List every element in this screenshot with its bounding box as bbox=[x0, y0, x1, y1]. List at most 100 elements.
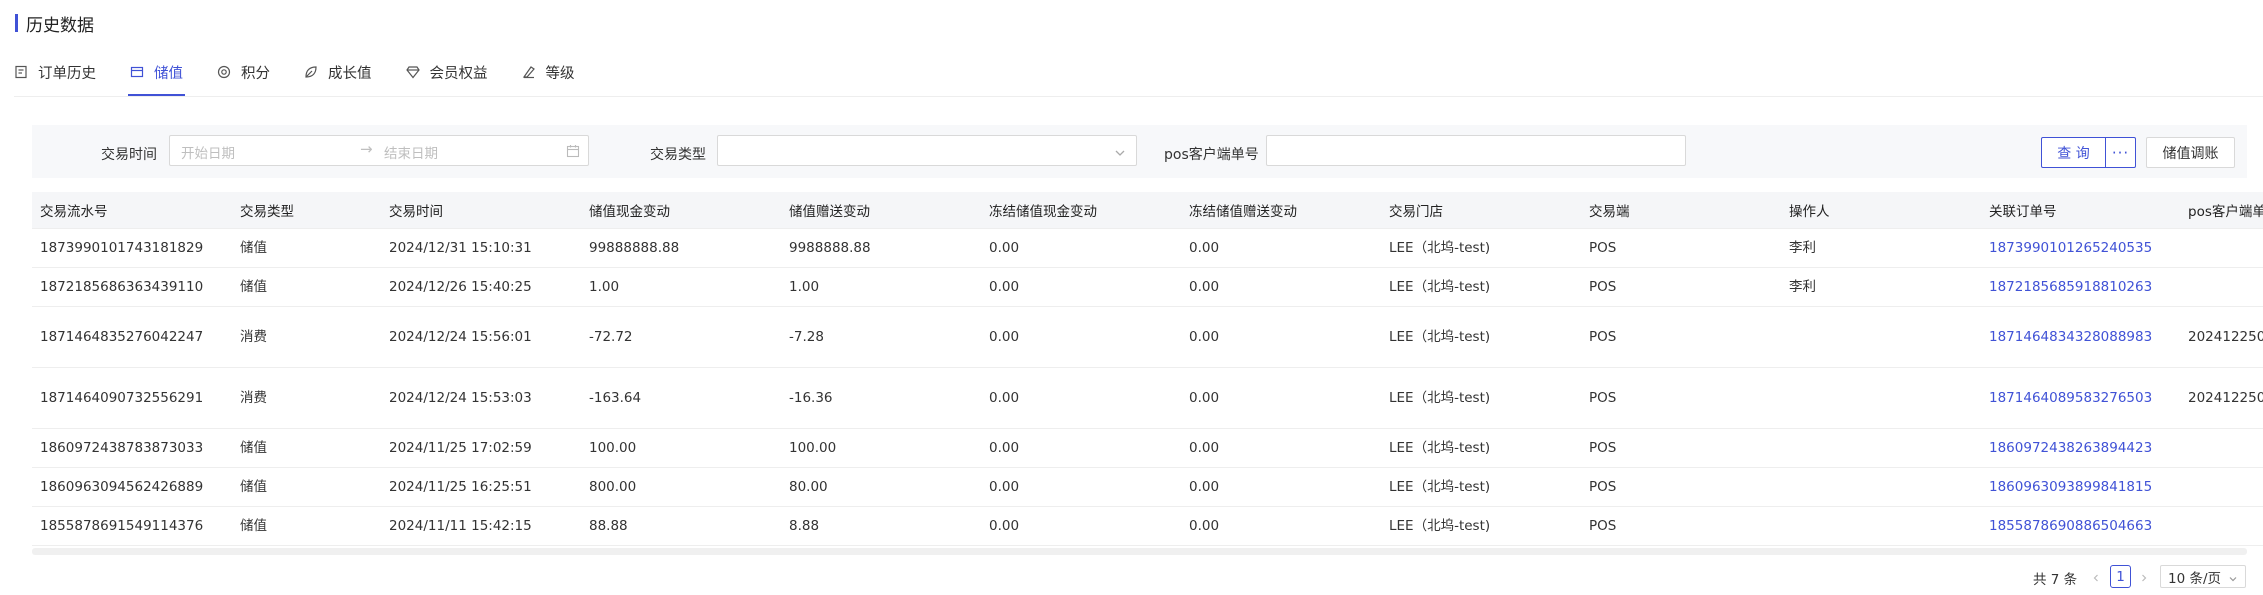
tab-label: 积分 bbox=[241, 65, 270, 82]
row-store: LEE（北坞-test) bbox=[1381, 506, 1581, 546]
row-store: LEE（北坞-test) bbox=[1381, 306, 1581, 368]
row-frozen-gift: 0.00 bbox=[1181, 306, 1381, 368]
tab-label: 等级 bbox=[545, 65, 575, 82]
row-gift-change: -7.28 bbox=[781, 306, 981, 368]
row-store: LEE（北坞-test) bbox=[1381, 267, 1581, 307]
row-type: 消费 bbox=[232, 306, 381, 368]
row-frozen-cash: 0.00 bbox=[981, 428, 1181, 468]
row-serial: 1855878691549114376 bbox=[32, 506, 232, 546]
page-number-button[interactable]: 1 bbox=[2110, 565, 2131, 588]
row-time: 2024/11/25 17:02:59 bbox=[381, 428, 581, 468]
start-date-input[interactable]: 开始日期 bbox=[181, 142, 235, 162]
row-frozen-cash: 0.00 bbox=[981, 228, 1181, 268]
total-count: 共 7 条 bbox=[2033, 572, 2078, 588]
row-cash-change: -163.64 bbox=[581, 367, 781, 429]
row-frozen-cash: 0.00 bbox=[981, 267, 1181, 307]
chevron-down-icon bbox=[2228, 572, 2238, 582]
next-page-button[interactable] bbox=[2136, 568, 2152, 588]
row-order-link[interactable]: 1860972438263894423 bbox=[1981, 428, 2180, 468]
more-options-button[interactable]: ··· bbox=[2105, 137, 2136, 168]
col-header-operator: 操作人 bbox=[1781, 192, 1981, 229]
tab-stored-value[interactable]: 储值 bbox=[128, 58, 185, 96]
row-terminal: POS bbox=[1581, 428, 1781, 468]
table-header-row: 交易流水号 交易类型 交易时间 储值现金变动 储值赠送变动 冻结储值现金变动 冻… bbox=[32, 192, 2263, 229]
row-gift-change: 9988888.88 bbox=[781, 228, 981, 268]
row-cash-change: 1.00 bbox=[581, 267, 781, 307]
row-order-link[interactable]: 1855878690886504663 bbox=[1981, 506, 2180, 546]
tab-member-benefits[interactable]: 会员权益 bbox=[405, 58, 488, 86]
trade-time-label: 交易时间 bbox=[101, 147, 157, 163]
row-type: 储值 bbox=[232, 228, 381, 268]
row-order-link[interactable]: 1871464834328088983 bbox=[1981, 306, 2180, 368]
table-row: 1860963094562426889 储值 2024/11/25 16:25:51… bbox=[32, 467, 2263, 507]
row-frozen-gift: 0.00 bbox=[1181, 367, 1381, 429]
row-serial: 1871464835276042247 bbox=[32, 306, 232, 368]
row-terminal: POS bbox=[1581, 267, 1781, 307]
row-type: 储值 bbox=[232, 428, 381, 468]
table-row: 1872185686363439110 储值 2024/12/26 15:40:25… bbox=[32, 267, 2263, 307]
row-gift-change: 1.00 bbox=[781, 267, 981, 307]
row-type: 消费 bbox=[232, 367, 381, 429]
chevron-down-icon bbox=[1114, 144, 1126, 156]
table-row: 1871464835276042247 消费 2024/12/24 15:56:01… bbox=[32, 306, 2263, 368]
row-serial: 1860972438783873033 bbox=[32, 428, 232, 468]
row-operator bbox=[1781, 367, 1981, 429]
page-size-select[interactable]: 10 条/页 bbox=[2160, 565, 2246, 588]
table-row: 1871464090732556291 消费 2024/12/24 15:53:03… bbox=[32, 367, 2263, 429]
trade-type-select[interactable] bbox=[717, 135, 1137, 166]
row-gift-change: 80.00 bbox=[781, 467, 981, 507]
wallet-icon bbox=[130, 65, 144, 79]
row-frozen-gift: 0.00 bbox=[1181, 267, 1381, 307]
page-size-value: 10 条/页 bbox=[2168, 570, 2222, 587]
row-pos-no: 2024122501 bbox=[2180, 367, 2263, 429]
end-date-input[interactable]: 结束日期 bbox=[384, 142, 438, 162]
col-header-type: 交易类型 bbox=[232, 192, 381, 229]
row-order-link[interactable]: 1871464089583276503 bbox=[1981, 367, 2180, 429]
row-operator: 李利 bbox=[1781, 267, 1981, 307]
row-order-link[interactable]: 1873990101265240535 bbox=[1981, 228, 2180, 268]
calendar-icon[interactable] bbox=[566, 143, 580, 158]
row-store: LEE（北坞-test) bbox=[1381, 428, 1581, 468]
level-icon bbox=[522, 65, 536, 79]
row-order-link[interactable]: 1872185685918810263 bbox=[1981, 267, 2180, 307]
tab-points[interactable]: 积分 bbox=[217, 58, 270, 86]
row-type: 储值 bbox=[232, 467, 381, 507]
page: 历史数据 订单历史 储值 积分 成长值 会员权益 等级 交易时间 开始日期 → … bbox=[0, 0, 2263, 595]
page-title: 历史数据 bbox=[26, 15, 94, 36]
horizontal-scrollbar[interactable] bbox=[32, 548, 2247, 555]
stored-value-adjust-button[interactable]: 储值调账 bbox=[2146, 137, 2235, 168]
diamond-icon bbox=[405, 65, 420, 79]
row-frozen-cash: 0.00 bbox=[981, 367, 1181, 429]
row-pos-no bbox=[2180, 506, 2263, 546]
row-time: 2024/11/25 16:25:51 bbox=[381, 467, 581, 507]
tab-label: 储值 bbox=[154, 65, 183, 82]
row-cash-change: 88.88 bbox=[581, 506, 781, 546]
tab-growth[interactable]: 成长值 bbox=[304, 58, 372, 86]
query-button[interactable]: 查 询 bbox=[2041, 137, 2106, 168]
row-cash-change: -72.72 bbox=[581, 306, 781, 368]
row-terminal: POS bbox=[1581, 367, 1781, 429]
row-terminal: POS bbox=[1581, 306, 1781, 368]
row-terminal: POS bbox=[1581, 467, 1781, 507]
row-serial: 1872185686363439110 bbox=[32, 267, 232, 307]
tab-level[interactable]: 等级 bbox=[522, 58, 575, 86]
row-cash-change: 800.00 bbox=[581, 467, 781, 507]
date-range-picker[interactable]: 开始日期 → 结束日期 bbox=[169, 135, 589, 166]
filter-panel: 交易时间 开始日期 → 结束日期 交易类型 pos客户端单号 查 询 ··· 储… bbox=[32, 125, 2247, 178]
row-pos-no bbox=[2180, 267, 2263, 307]
col-header-store: 交易门店 bbox=[1381, 192, 1581, 229]
prev-page-button[interactable] bbox=[2088, 568, 2104, 588]
chevron-left-icon bbox=[2093, 574, 2098, 582]
pos-order-label: pos客户端单号 bbox=[1164, 147, 1259, 163]
tab-order-history[interactable]: 订单历史 bbox=[14, 58, 96, 86]
tabs-divider bbox=[14, 96, 2263, 97]
pos-order-input[interactable] bbox=[1266, 135, 1686, 166]
row-operator bbox=[1781, 306, 1981, 368]
tab-label: 会员权益 bbox=[429, 65, 488, 82]
row-order-link[interactable]: 1860963093899841815 bbox=[1981, 467, 2180, 507]
tab-bar: 订单历史 储值 积分 成长值 会员权益 等级 bbox=[14, 58, 609, 96]
row-time: 2024/12/24 15:53:03 bbox=[381, 367, 581, 429]
col-header-frozen-cash: 冻结储值现金变动 bbox=[981, 192, 1181, 229]
row-frozen-gift: 0.00 bbox=[1181, 506, 1381, 546]
row-frozen-gift: 0.00 bbox=[1181, 228, 1381, 268]
